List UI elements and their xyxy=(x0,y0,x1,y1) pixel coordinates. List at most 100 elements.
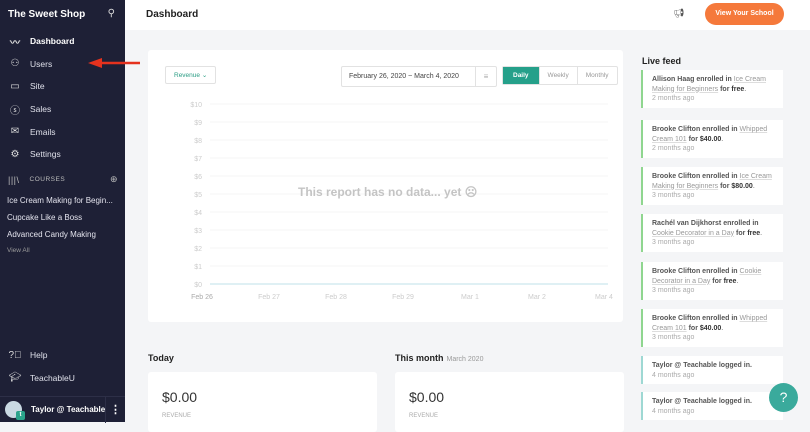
metric-dropdown[interactable]: Revenue ⌄ xyxy=(165,66,216,84)
month-title: This month xyxy=(395,353,444,363)
feed-user[interactable]: Brooke Clifton xyxy=(652,126,700,133)
revenue-value: $0.00 xyxy=(409,389,445,405)
feed-for: for xyxy=(734,229,748,237)
feed-user[interactable]: Taylor @ Teachable xyxy=(652,362,717,369)
top-bar: Dashboard 📢︎ View Your School xyxy=(125,0,810,30)
month-revenue-card: $0.00 REVENUE xyxy=(395,372,624,432)
courses-label: COURSES xyxy=(29,176,66,183)
users-icon: ⚇ xyxy=(10,58,20,70)
course-link[interactable]: Advanced Candy Making xyxy=(7,230,96,239)
feed-time: 4 months ago xyxy=(652,371,695,379)
revenue-value: $0.00 xyxy=(162,389,198,405)
feed-price: $80.00 xyxy=(731,182,753,190)
nav-label: Sales xyxy=(30,104,52,115)
feed-item: Brooke Clifton enrolled in Whipped Cream… xyxy=(641,120,783,158)
y-tick-label: $5 xyxy=(194,192,202,199)
school-name[interactable]: The Sweet Shop xyxy=(8,9,85,20)
feed-action: enrolled in xyxy=(700,268,740,275)
feed-for: for xyxy=(686,324,700,332)
sidebar-item-site[interactable]: ▭ Site xyxy=(0,75,125,98)
y-tick-label: $0 xyxy=(194,282,202,289)
nav-label: Emails xyxy=(30,126,56,137)
feed-course-link[interactable]: Cookie Decorator in a Day xyxy=(652,230,734,237)
period-monthly[interactable]: Monthly xyxy=(576,67,617,84)
course-link[interactable]: Cupcake Like a Boss xyxy=(7,213,82,222)
sidebar-item-help[interactable]: ?⃝ Help xyxy=(0,344,125,367)
sidebar-item-dashboard[interactable]: 〰 Dashboard xyxy=(0,30,125,53)
live-feed-heading: Live feed xyxy=(642,56,682,66)
sidebar-item-teachableu[interactable]: 🎓︎ TeachableU xyxy=(0,367,125,390)
feed-action: enrolled in xyxy=(700,315,740,322)
course-link[interactable]: Ice Cream Making for Begin... xyxy=(7,196,113,205)
view-school-button[interactable]: View Your School xyxy=(705,3,784,25)
feed-time: 2 months ago xyxy=(652,95,695,102)
feed-user[interactable]: Brooke Clifton xyxy=(652,173,700,180)
search-icon[interactable]: ⚲ xyxy=(108,8,115,19)
nav-label: Site xyxy=(30,81,45,92)
feed-price: free xyxy=(731,85,745,93)
y-tick-label: $3 xyxy=(194,228,202,235)
user-name: Taylor @ Teachable xyxy=(31,405,106,414)
feed-for: for xyxy=(718,182,732,190)
y-tick-label: $6 xyxy=(194,174,202,181)
period-daily[interactable]: Daily xyxy=(503,67,539,84)
page-title: Dashboard xyxy=(146,9,199,20)
revenue-chart-card: $0 $1 $2 $3 $4 $5 $6 $7 $8 $9 $10 Feb 26 Feb 27 Feb 2… xyxy=(148,50,623,322)
feed-action: logged in. xyxy=(716,362,752,369)
today-title: Today xyxy=(148,353,174,363)
mail-icon: ✉ xyxy=(10,126,20,138)
today-heading: Today xyxy=(148,353,174,363)
period-weekly[interactable]: Weekly xyxy=(538,67,577,84)
feed-item: Taylor @ Teachable logged in. 4 months ag… xyxy=(641,356,783,384)
sidebar-item-sales[interactable]: ⓢ Sales xyxy=(0,98,125,121)
dollar-icon: ⓢ xyxy=(10,105,20,117)
feed-user[interactable]: Brooke Clifton xyxy=(652,315,700,322)
feed-for: for xyxy=(686,135,700,143)
help-button[interactable]: ? xyxy=(769,383,798,412)
nav-label: Users xyxy=(30,58,53,69)
y-tick-label: $1 xyxy=(194,264,202,271)
feed-time: 3 months ago xyxy=(652,192,695,199)
nav-label: Settings xyxy=(30,149,61,160)
y-tick-label: $2 xyxy=(194,246,202,253)
feed-user[interactable]: Brooke Clifton xyxy=(652,268,700,275)
x-tick-label: Mar 1 xyxy=(461,294,479,301)
feed-user[interactable]: Taylor @ Teachable xyxy=(652,398,717,405)
feed-for: for xyxy=(710,277,724,285)
sidebar-item-emails[interactable]: ✉ Emails xyxy=(0,120,125,143)
feed-time: 2 months ago xyxy=(652,145,695,152)
add-course-icon[interactable]: ⊕ xyxy=(110,174,118,185)
devices-icon: ▭ xyxy=(10,80,20,92)
feed-price: free xyxy=(747,229,761,237)
date-range-picker[interactable]: February 26, 2020 ~ March 4, 2020 ≡ xyxy=(341,66,497,87)
graduation-icon: 🎓︎ xyxy=(8,372,22,384)
feed-user[interactable]: Allison Haag xyxy=(652,76,694,83)
feed-action: logged in. xyxy=(716,398,752,405)
megaphone-icon[interactable]: 📢︎ xyxy=(673,8,684,19)
nav-label: TeachableU xyxy=(30,372,75,383)
more-options-icon[interactable]: ⋮ xyxy=(105,397,125,423)
feed-action: enrolled in xyxy=(694,76,734,83)
date-range-value: February 26, 2020 ~ March 4, 2020 xyxy=(349,73,459,80)
feed-item: Brooke Clifton enrolled in Cookie Decora… xyxy=(641,262,783,300)
feed-for: for xyxy=(718,85,732,93)
metric-label: Revenue xyxy=(174,72,201,79)
feed-user[interactable]: Rachél van Dijkhorst xyxy=(652,220,721,227)
sidebar-item-settings[interactable]: ⚙ Settings xyxy=(0,143,125,166)
filter-icon[interactable]: ≡ xyxy=(475,67,496,86)
feed-action: enrolled in xyxy=(700,126,740,133)
help-icon: ?⃝ xyxy=(8,349,22,361)
month-subtitle: March 2020 xyxy=(446,356,484,363)
feed-action: enrolled in xyxy=(721,220,759,227)
feed-price: free xyxy=(723,277,737,285)
gear-icon: ⚙ xyxy=(10,148,20,160)
view-all-link[interactable]: View All xyxy=(7,247,30,254)
x-tick-label: Mar 4 xyxy=(595,294,613,301)
red-arrow-annotation xyxy=(88,58,140,68)
nav-label: Help xyxy=(30,350,48,361)
y-tick-label: $7 xyxy=(194,156,202,163)
x-tick-label: Feb 27 xyxy=(258,294,280,301)
user-menu[interactable]: t Taylor @ Teachable ⋮ xyxy=(0,396,125,423)
feed-price: $40.00 xyxy=(699,324,722,332)
chart-line-icon: 〰 xyxy=(10,37,20,49)
